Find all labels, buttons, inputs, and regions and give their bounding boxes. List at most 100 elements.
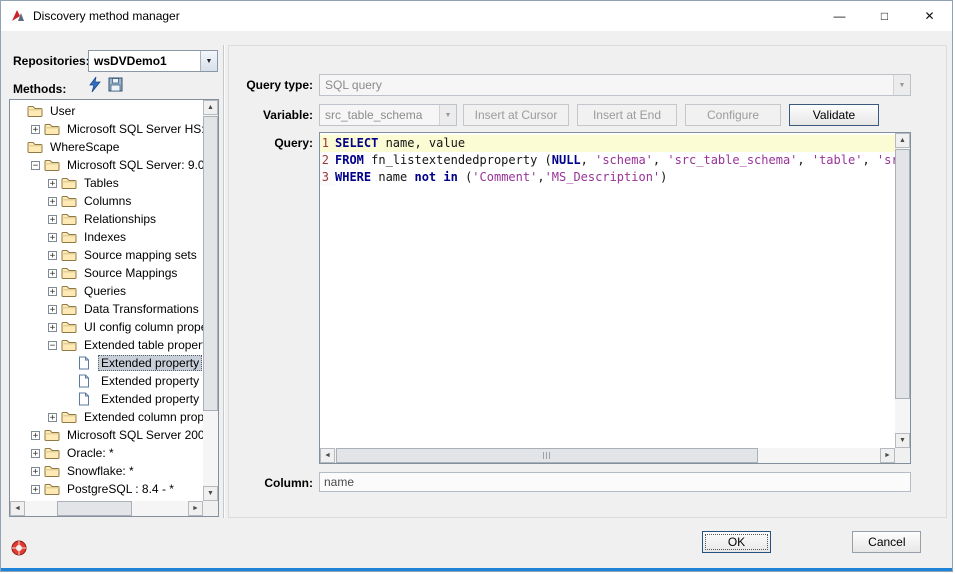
minimize-button[interactable]: — <box>817 1 862 31</box>
expand-icon[interactable]: + <box>31 467 40 476</box>
query-label: Query: <box>231 136 313 150</box>
expand-icon[interactable]: + <box>48 179 57 188</box>
tree-item[interactable]: +Source Mappings <box>10 264 203 282</box>
scrollbar-track[interactable] <box>895 148 910 433</box>
app-logo-icon <box>10 8 26 24</box>
expand-icon[interactable]: + <box>48 413 57 422</box>
tree-item-label: Tables <box>81 175 122 191</box>
expand-icon[interactable]: + <box>48 287 57 296</box>
tree-item[interactable]: + Extended column prop <box>10 408 203 426</box>
expand-icon[interactable]: + <box>48 251 57 260</box>
code-line[interactable]: 3WHERE name not in ('Comment','MS_Descri… <box>320 169 895 186</box>
line-number: 2 <box>320 152 335 169</box>
repository-combo[interactable]: wsDVDemo1 ▼ <box>88 50 218 72</box>
variable-label: Variable: <box>231 108 313 122</box>
scroll-right-button[interactable]: ► <box>880 448 895 463</box>
ok-button[interactable]: OK <box>702 531 771 553</box>
reload-methods-icon[interactable] <box>86 76 104 94</box>
close-button[interactable]: ✕ <box>907 1 952 31</box>
collapse-icon[interactable]: − <box>31 161 40 170</box>
tree-item-label: UI config column prope <box>81 319 203 335</box>
tree-item[interactable]: Extended property <box>10 390 203 408</box>
tree-item[interactable]: + Snowflake: * <box>10 462 203 480</box>
tree-item[interactable]: Extended property <box>10 354 203 372</box>
folder-icon <box>61 302 77 316</box>
scroll-left-button[interactable]: ◄ <box>320 448 335 463</box>
tree-item-label: Extended property <box>98 391 202 407</box>
line-number: 3 <box>320 169 335 186</box>
scroll-down-button[interactable]: ▼ <box>895 433 910 448</box>
validate-button[interactable]: Validate <box>789 104 879 126</box>
tree-item[interactable]: +Microsoft SQL Server 2000 <box>10 426 203 444</box>
code-line[interactable]: 2FROM fn_listextendedproperty (NULL, 'sc… <box>320 152 895 169</box>
expand-icon[interactable]: + <box>31 449 40 458</box>
scroll-left-button[interactable]: ◄ <box>10 501 25 516</box>
tree-item[interactable]: User <box>10 102 203 120</box>
expand-icon[interactable]: + <box>48 269 57 278</box>
tree-item[interactable]: + Tables <box>10 174 203 192</box>
code-line[interactable]: 1SELECT name, value <box>320 135 895 152</box>
tree-item[interactable]: +PostgreSQL : 8.4 - * <box>10 480 203 498</box>
expand-icon[interactable]: + <box>48 233 57 242</box>
tree-item[interactable]: +Columns <box>10 192 203 210</box>
tree-item[interactable]: Extended property <box>10 372 203 390</box>
expand-icon[interactable]: + <box>48 323 57 332</box>
tree-item[interactable]: + UI config column prope <box>10 318 203 336</box>
tree-item[interactable]: WhereScape <box>10 138 203 156</box>
tree-item-label: Data Transformations <box>81 301 202 317</box>
query-editor-lines[interactable]: 1SELECT name, value2FROM fn_listextended… <box>320 133 895 448</box>
scroll-right-button[interactable]: ► <box>188 501 203 516</box>
tree-item[interactable]: + Data Transformations <box>10 300 203 318</box>
tree-item[interactable]: +Source mapping sets <box>10 246 203 264</box>
expand-icon[interactable]: + <box>31 125 40 134</box>
expand-icon[interactable]: + <box>31 485 40 494</box>
scroll-up-button[interactable]: ▲ <box>895 133 910 148</box>
tree-item-label: Extended column prop <box>81 409 203 425</box>
cancel-button[interactable]: Cancel <box>852 531 921 553</box>
tree-item[interactable]: −Microsoft SQL Server: 9.0 - <box>10 156 203 174</box>
titlebar[interactable]: Discovery method manager — □ ✕ <box>1 1 952 31</box>
tree-item[interactable]: −Extended table propert <box>10 336 203 354</box>
tree-horizontal-scrollbar[interactable]: ◄ ► <box>10 501 203 516</box>
tree-item[interactable]: +Oracle: * <box>10 444 203 462</box>
tree-item-label: Snowflake: * <box>64 463 137 479</box>
folder-icon <box>61 212 77 226</box>
scrollbar-thumb[interactable] <box>57 501 132 516</box>
expand-icon[interactable]: + <box>31 431 40 440</box>
tree-item[interactable]: +Indexes <box>10 228 203 246</box>
collapse-icon[interactable]: − <box>48 341 57 350</box>
editor-vertical-scrollbar[interactable]: ▲ ▼ <box>895 133 910 448</box>
window-title: Discovery method manager <box>33 1 180 31</box>
scroll-down-button[interactable]: ▼ <box>203 486 218 501</box>
folder-icon <box>61 320 77 334</box>
window-controls: — □ ✕ <box>817 1 952 31</box>
expand-icon[interactable]: + <box>48 305 57 314</box>
scroll-up-button[interactable]: ▲ <box>203 100 218 115</box>
chevron-down-icon: ▼ <box>439 105 456 125</box>
scrollbar-track[interactable] <box>25 501 188 516</box>
page-icon <box>78 374 94 388</box>
maximize-button[interactable]: □ <box>862 1 907 31</box>
scrollbar-thumb[interactable] <box>895 149 910 399</box>
scrollbar-thumb[interactable] <box>203 116 218 411</box>
scrollbar-track[interactable] <box>335 448 880 463</box>
editor-horizontal-scrollbar[interactable]: ◄ ► <box>320 448 895 463</box>
save-method-icon[interactable] <box>108 77 126 95</box>
expand-icon[interactable]: + <box>48 197 57 206</box>
tree-item[interactable]: +Microsoft SQL Server HS: S <box>10 120 203 138</box>
column-label: Column: <box>231 476 313 490</box>
scrollbar-track[interactable] <box>203 115 218 486</box>
chevron-down-icon[interactable]: ▼ <box>200 51 217 71</box>
folder-icon <box>61 176 77 190</box>
scrollbar-thumb[interactable] <box>336 448 758 463</box>
insert-at-end-button: Insert at End <box>577 104 677 126</box>
folder-icon <box>44 428 60 442</box>
variable-buttons: Insert at CursorInsert at EndConfigureVa… <box>463 104 879 126</box>
code-text: WHERE name not in ('Comment','MS_Descrip… <box>335 169 895 186</box>
tree-vertical-scrollbar[interactable]: ▲ ▼ <box>203 100 218 501</box>
tree-item[interactable]: +Relationships <box>10 210 203 228</box>
query-editor[interactable]: 1SELECT name, value2FROM fn_listextended… <box>319 132 911 464</box>
tree-item-label: Extended property <box>98 355 202 371</box>
expand-icon[interactable]: + <box>48 215 57 224</box>
tree-item[interactable]: +Queries <box>10 282 203 300</box>
